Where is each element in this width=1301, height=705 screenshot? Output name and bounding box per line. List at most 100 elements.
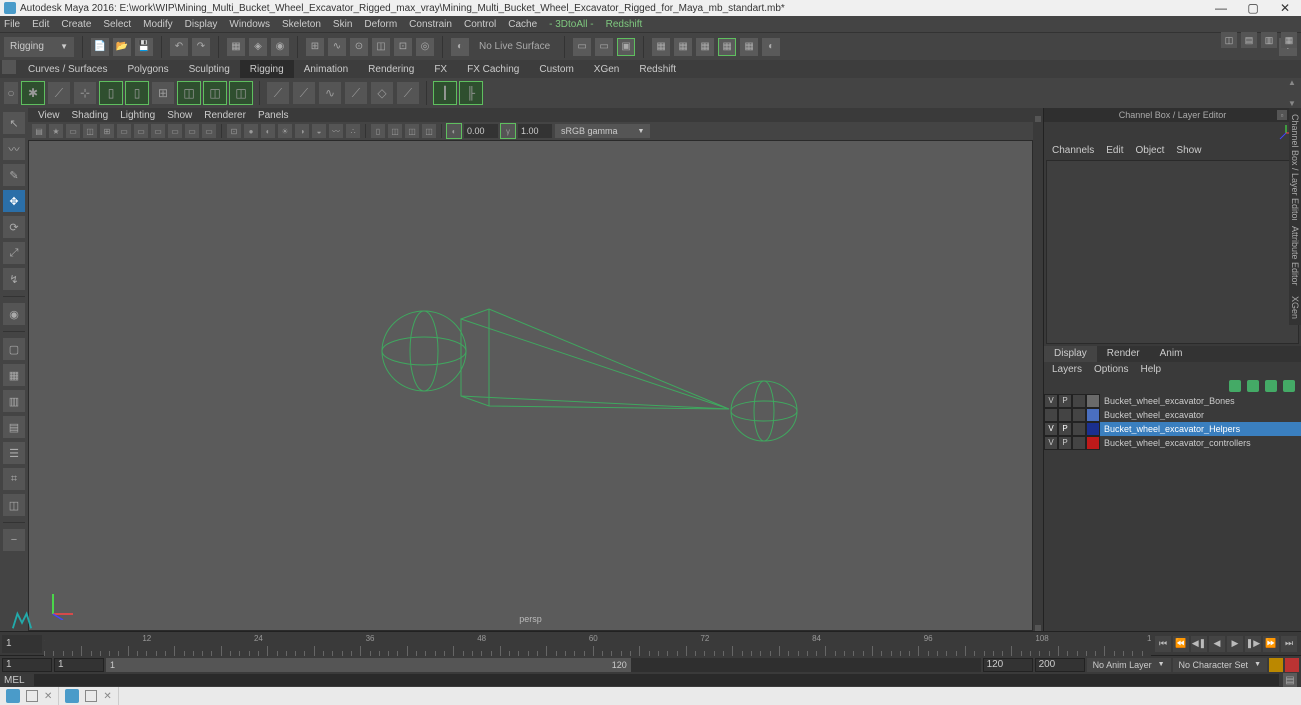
layer-visibility-toggle[interactable]: V xyxy=(1044,394,1058,408)
vp-grid-icon[interactable]: ⊞ xyxy=(100,124,114,138)
range-start-outer[interactable] xyxy=(2,658,52,672)
joint-tool-icon[interactable]: ⟋ xyxy=(48,82,70,104)
viewport-menu-view[interactable]: View xyxy=(38,110,60,121)
go-end-icon[interactable]: ⏭ xyxy=(1281,636,1297,652)
layer-type-toggle[interactable] xyxy=(1072,436,1086,450)
vp-motion-blur-icon[interactable]: 〰 xyxy=(329,124,343,138)
layer-color-swatch[interactable] xyxy=(1086,408,1100,422)
ik-handle-tool-icon[interactable]: ⊹ xyxy=(74,82,96,104)
scroll-down-icon[interactable]: ▼ xyxy=(1288,99,1296,108)
modeling-toolkit-icon[interactable]: ◫ xyxy=(1221,32,1237,48)
shelf-tab-sculpting[interactable]: Sculpting xyxy=(179,60,240,78)
layout-minus-icon[interactable]: − xyxy=(3,529,25,551)
select-comp-icon[interactable]: ◉ xyxy=(271,38,289,56)
vp-wireframe-icon[interactable]: ⊡ xyxy=(227,124,241,138)
shelf-tab-fx[interactable]: FX xyxy=(424,60,457,78)
viewport-menu-renderer[interactable]: Renderer xyxy=(204,110,246,121)
time-slider[interactable]: 11224364860728496108120 xyxy=(44,632,1151,656)
viewport-panel[interactable]: persp xyxy=(28,140,1033,631)
layer-visibility-toggle[interactable]: V xyxy=(1044,436,1058,450)
rig-box4-icon[interactable]: ◫ xyxy=(204,82,226,104)
select-mode-icon[interactable]: ▦ xyxy=(227,38,245,56)
paint-weights-icon[interactable]: ⟋ xyxy=(293,82,315,104)
layer-menu-layers[interactable]: Layers xyxy=(1052,364,1082,375)
play-fwd-icon[interactable]: ▶ xyxy=(1227,636,1243,652)
side-tab-xgen[interactable]: XGen xyxy=(1289,290,1301,325)
maximize-button[interactable]: ▢ xyxy=(1241,1,1265,15)
snap-grid-icon[interactable]: ⊞ xyxy=(306,38,324,56)
bind-skin-icon[interactable]: ⟋ xyxy=(267,82,289,104)
layer-menu-options[interactable]: Options xyxy=(1094,364,1128,375)
menu-create[interactable]: Create xyxy=(61,19,91,30)
human-ik-icon[interactable]: ⊞ xyxy=(152,82,174,104)
menu-select[interactable]: Select xyxy=(103,19,131,30)
minimize-button[interactable]: — xyxy=(1209,1,1233,15)
menu-deform[interactable]: Deform xyxy=(364,19,397,30)
select-tool-icon[interactable]: ↖ xyxy=(3,112,25,134)
range-end-inner[interactable] xyxy=(983,658,1033,672)
timeline-current-frame[interactable]: 1 xyxy=(2,635,42,653)
soft-select-icon[interactable]: ◉ xyxy=(3,303,25,325)
input-connections-icon[interactable]: ▭ xyxy=(595,38,613,56)
layout-persp-icon[interactable]: ▤ xyxy=(3,416,25,438)
viewport-menu-panels[interactable]: Panels xyxy=(258,110,289,121)
skeleton-tool-icon[interactable]: ✱ xyxy=(22,82,44,104)
vp-safe-action-icon[interactable]: ▭ xyxy=(185,124,199,138)
menu-cache[interactable]: Cache xyxy=(508,19,537,30)
vp-isolate-icon[interactable]: ▯ xyxy=(371,124,385,138)
shelf-tab-animation[interactable]: Animation xyxy=(294,60,358,78)
shelf-tab-polygons[interactable]: Polygons xyxy=(117,60,178,78)
vp-xray-icon[interactable]: ◫ xyxy=(388,124,402,138)
menu-constrain[interactable]: Constrain xyxy=(409,19,452,30)
attribute-editor-icon[interactable]: ▤ xyxy=(1241,32,1257,48)
snap-plane-icon[interactable]: ◫ xyxy=(372,38,390,56)
side-tab-attribute-editor[interactable]: Attribute Editor xyxy=(1289,220,1301,292)
render-view-icon[interactable]: ▣ xyxy=(617,38,635,56)
layer-row[interactable]: VPBucket_wheel_excavator_controllers xyxy=(1044,436,1301,450)
layer-tab-render[interactable]: Render xyxy=(1097,346,1150,362)
taskbar-close-icon[interactable]: ✕ xyxy=(44,691,52,702)
new-scene-icon[interactable]: 📄 xyxy=(91,38,109,56)
layer-row[interactable]: VPBucket_wheel_excavator_Helpers xyxy=(1044,422,1301,436)
shelf-tab-rendering[interactable]: Rendering xyxy=(358,60,424,78)
tool-settings-icon[interactable]: ▥ xyxy=(1261,32,1277,48)
rig-box5-icon[interactable]: ◫ xyxy=(230,82,252,104)
step-fwd-key-icon[interactable]: ⏩ xyxy=(1263,636,1279,652)
layer-type-toggle[interactable] xyxy=(1072,408,1086,422)
command-input[interactable] xyxy=(34,674,1279,686)
shelf-tab-redshift[interactable]: Redshift xyxy=(629,60,686,78)
lasso-tool-icon[interactable]: 〰 xyxy=(3,138,25,160)
layer-type-toggle[interactable] xyxy=(1072,394,1086,408)
make-live-icon[interactable]: ◐ xyxy=(451,38,469,56)
vp-lights-icon[interactable]: ☀ xyxy=(278,124,292,138)
layout-single-icon[interactable]: ▢ xyxy=(3,338,25,360)
constraint2-icon[interactable]: ◇ xyxy=(371,82,393,104)
mirror-weights-icon[interactable]: ∿ xyxy=(319,82,341,104)
vp-select-cam-icon[interactable]: ▤ xyxy=(32,124,46,138)
taskbar-item[interactable]: ✕ xyxy=(0,687,59,705)
panel-undock-icon[interactable]: ▫ xyxy=(1277,110,1287,120)
vp-film-gate-icon[interactable]: ▭ xyxy=(117,124,131,138)
deform1-icon[interactable]: ┃ xyxy=(434,82,456,104)
rotate-tool-icon[interactable]: ⟳ xyxy=(3,216,25,238)
range-start-inner[interactable] xyxy=(54,658,104,672)
layout-hyper-icon[interactable]: ◫ xyxy=(3,494,25,516)
layer-move-up-icon[interactable] xyxy=(1229,380,1241,392)
step-back-icon[interactable]: ◀❚ xyxy=(1191,636,1207,652)
layer-menu-help[interactable]: Help xyxy=(1140,364,1161,375)
layer-tab-anim[interactable]: Anim xyxy=(1150,346,1193,362)
side-tab-channel-box[interactable]: Channel Box / Layer Editor xyxy=(1289,108,1301,228)
workspace-dropdown[interactable]: Rigging ▼ xyxy=(4,37,74,57)
layer-color-swatch[interactable] xyxy=(1086,394,1100,408)
constraint3-icon[interactable]: ⟋ xyxy=(397,82,419,104)
select-obj-icon[interactable]: ◈ xyxy=(249,38,267,56)
viewport-menu-show[interactable]: Show xyxy=(167,110,192,121)
move-tool-icon[interactable]: ✥ xyxy=(3,190,25,212)
taskbar-close-icon[interactable]: ✕ xyxy=(103,691,111,702)
vp-texture-icon[interactable]: ◐ xyxy=(261,124,275,138)
step-back-key-icon[interactable]: ⏪ xyxy=(1173,636,1189,652)
vp-gamma-value[interactable]: 1.00 xyxy=(518,124,552,138)
render-settings-icon[interactable]: ▦ xyxy=(696,38,714,56)
layer-move-down-icon[interactable] xyxy=(1247,380,1259,392)
menu-skeleton[interactable]: Skeleton xyxy=(282,19,321,30)
